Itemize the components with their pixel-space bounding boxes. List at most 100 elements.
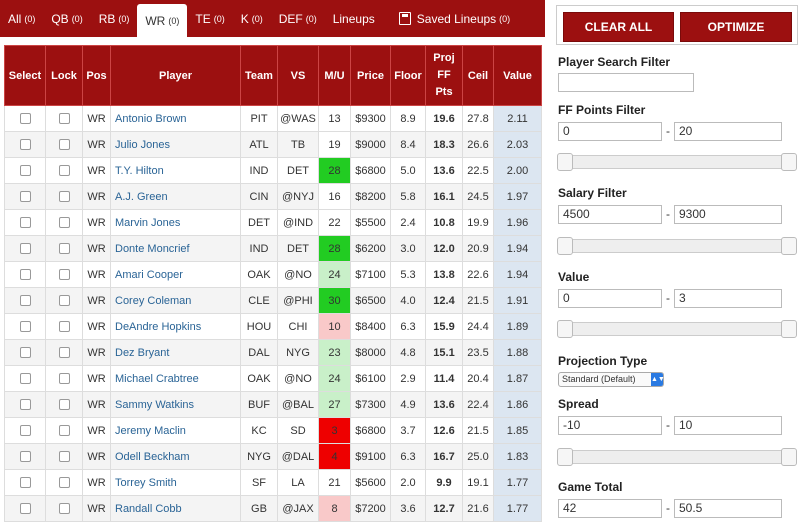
player-search-input[interactable] [558, 73, 694, 92]
table-row[interactable]: WR Corey Coleman CLE @PHI 30 $6500 4.0 12.4 21.5… [4, 287, 542, 314]
table-row[interactable]: WR Jeremy Maclin KC SD 3 $6800 3.7 12.6 21.5 1.85 [4, 417, 542, 444]
player-name-link[interactable]: Randall Cobb [110, 495, 241, 522]
player-name-link[interactable]: Dez Bryant [110, 339, 241, 366]
lock-checkbox[interactable] [58, 243, 70, 255]
table-row[interactable]: WR Antonio Brown PIT @WAS 13 $9300 8.9 19.6 27.8… [4, 105, 542, 132]
game-total-max-input[interactable]: 50.5 [674, 499, 782, 518]
lock-checkbox[interactable] [58, 373, 70, 385]
tab-lineups[interactable]: Lineups [325, 0, 383, 37]
spread-max-handle[interactable] [781, 448, 797, 466]
tab-qb[interactable]: QB (0) [43, 0, 90, 37]
tab-def[interactable]: DEF (0) [271, 0, 325, 37]
table-row[interactable]: WR Marvin Jones DET @IND 22 $5500 2.4 10.8 19.9 1… [4, 209, 542, 236]
lock-checkbox[interactable] [58, 113, 70, 125]
table-row[interactable]: WR Torrey Smith SF LA 21 $5600 2.0 9.9 19.1 1.77 [4, 469, 542, 496]
lock-checkbox[interactable] [58, 399, 70, 411]
column-header-m-u[interactable]: M/U [318, 45, 351, 106]
column-header-vs[interactable]: VS [277, 45, 319, 106]
player-name-link[interactable]: Julio Jones [110, 131, 241, 158]
player-name-link[interactable]: Marvin Jones [110, 209, 241, 236]
tab-te[interactable]: TE (0) [187, 0, 232, 37]
value-slider[interactable] [557, 320, 797, 338]
column-header-select[interactable]: Select [4, 45, 46, 106]
select-checkbox[interactable] [19, 243, 31, 255]
tab-rb[interactable]: RB (0) [91, 0, 138, 37]
table-row[interactable]: WR Julio Jones ATL TB 19 $9000 8.4 18.3 26.6 2.03 [4, 131, 542, 158]
player-name-link[interactable]: Donte Moncrief [110, 235, 241, 262]
table-row[interactable]: WR T.Y. Hilton IND DET 28 $6800 5.0 13.6 22.5 2.0… [4, 157, 542, 184]
lock-checkbox[interactable] [58, 425, 70, 437]
projection-type-select[interactable]: Standard (Default) ▲▼ [558, 372, 665, 387]
table-row[interactable]: WR A.J. Green CIN @NYJ 16 $8200 5.8 16.1 24.5 1.9… [4, 183, 542, 210]
player-name-link[interactable]: A.J. Green [110, 183, 241, 210]
select-checkbox[interactable] [19, 139, 31, 151]
lock-checkbox[interactable] [58, 321, 70, 333]
select-checkbox[interactable] [19, 451, 31, 463]
player-name-link[interactable]: T.Y. Hilton [110, 157, 241, 184]
select-checkbox[interactable] [19, 217, 31, 229]
salary-max-handle[interactable] [781, 237, 797, 255]
select-checkbox[interactable] [19, 425, 31, 437]
select-checkbox[interactable] [19, 295, 31, 307]
table-row[interactable]: WR Michael Crabtree OAK @NO 24 $6100 2.9 11.4 20… [4, 365, 542, 392]
lock-checkbox[interactable] [58, 295, 70, 307]
table-row[interactable]: WR Donte Moncrief IND DET 28 $6200 3.0 12.0 20.9… [4, 235, 542, 262]
column-header-player[interactable]: Player [110, 45, 241, 106]
lock-checkbox[interactable] [58, 165, 70, 177]
salary-max-input[interactable]: 9300 [674, 205, 782, 224]
spread-slider[interactable] [557, 448, 797, 466]
player-name-link[interactable]: Michael Crabtree [110, 365, 241, 392]
table-row[interactable]: WR Odell Beckham NYG @DAL 4 $9100 6.3 16.7 25.0 1… [4, 443, 542, 470]
ff-points-min-handle[interactable] [557, 153, 573, 171]
lock-checkbox[interactable] [58, 477, 70, 489]
value-max-input[interactable]: 3 [674, 289, 782, 308]
table-row[interactable]: WR Dez Bryant DAL NYG 23 $8000 4.8 15.1 23.5 1.88 [4, 339, 542, 366]
column-header-pos[interactable]: Pos [82, 45, 111, 106]
salary-min-handle[interactable] [557, 237, 573, 255]
lock-checkbox[interactable] [58, 217, 70, 229]
spread-min-input[interactable]: -10 [558, 416, 662, 435]
player-name-link[interactable]: Amari Cooper [110, 261, 241, 288]
select-checkbox[interactable] [19, 347, 31, 359]
clear-all-button[interactable]: CLEAR ALL [563, 12, 674, 42]
player-name-link[interactable]: Corey Coleman [110, 287, 241, 314]
player-name-link[interactable]: Torrey Smith [110, 469, 241, 496]
player-name-link[interactable]: Sammy Watkins [110, 391, 241, 418]
select-checkbox[interactable] [19, 321, 31, 333]
lock-checkbox[interactable] [58, 503, 70, 515]
player-name-link[interactable]: DeAndre Hopkins [110, 313, 241, 340]
ff-points-max-input[interactable]: 20 [674, 122, 782, 141]
lock-checkbox[interactable] [58, 269, 70, 281]
player-name-link[interactable]: Odell Beckham [110, 443, 241, 470]
lock-checkbox[interactable] [58, 451, 70, 463]
column-header-value[interactable]: Value [493, 45, 542, 106]
table-row[interactable]: WR Randall Cobb GB @JAX 8 $7200 3.6 12.7 21.6 1.7… [4, 495, 542, 522]
select-checkbox[interactable] [19, 477, 31, 489]
salary-min-input[interactable]: 4500 [558, 205, 662, 224]
tab-wr[interactable]: WR (0) [137, 4, 188, 37]
column-header-ceil[interactable]: Ceil [462, 45, 494, 106]
ff-points-slider[interactable] [557, 153, 797, 171]
player-name-link[interactable]: Jeremy Maclin [110, 417, 241, 444]
ff-points-min-input[interactable]: 0 [558, 122, 662, 141]
ff-points-max-handle[interactable] [781, 153, 797, 171]
column-header-price[interactable]: Price [350, 45, 391, 106]
lock-checkbox[interactable] [58, 347, 70, 359]
spread-max-input[interactable]: 10 [674, 416, 782, 435]
select-checkbox[interactable] [19, 191, 31, 203]
select-checkbox[interactable] [19, 503, 31, 515]
select-checkbox[interactable] [19, 165, 31, 177]
select-checkbox[interactable] [19, 269, 31, 281]
player-name-link[interactable]: Antonio Brown [110, 105, 241, 132]
column-header-team[interactable]: Team [240, 45, 278, 106]
tab-k[interactable]: K (0) [233, 0, 271, 37]
lock-checkbox[interactable] [58, 191, 70, 203]
optimize-button[interactable]: OPTIMIZE [680, 12, 792, 42]
tab-saved-lineups[interactable]: Saved Lineups (0) [391, 0, 518, 37]
spread-min-handle[interactable] [557, 448, 573, 466]
value-max-handle[interactable] [781, 320, 797, 338]
lock-checkbox[interactable] [58, 139, 70, 151]
value-min-handle[interactable] [557, 320, 573, 338]
column-header-proj-ff-pts[interactable]: Proj FF Pts [425, 45, 463, 106]
salary-slider[interactable] [557, 237, 797, 255]
